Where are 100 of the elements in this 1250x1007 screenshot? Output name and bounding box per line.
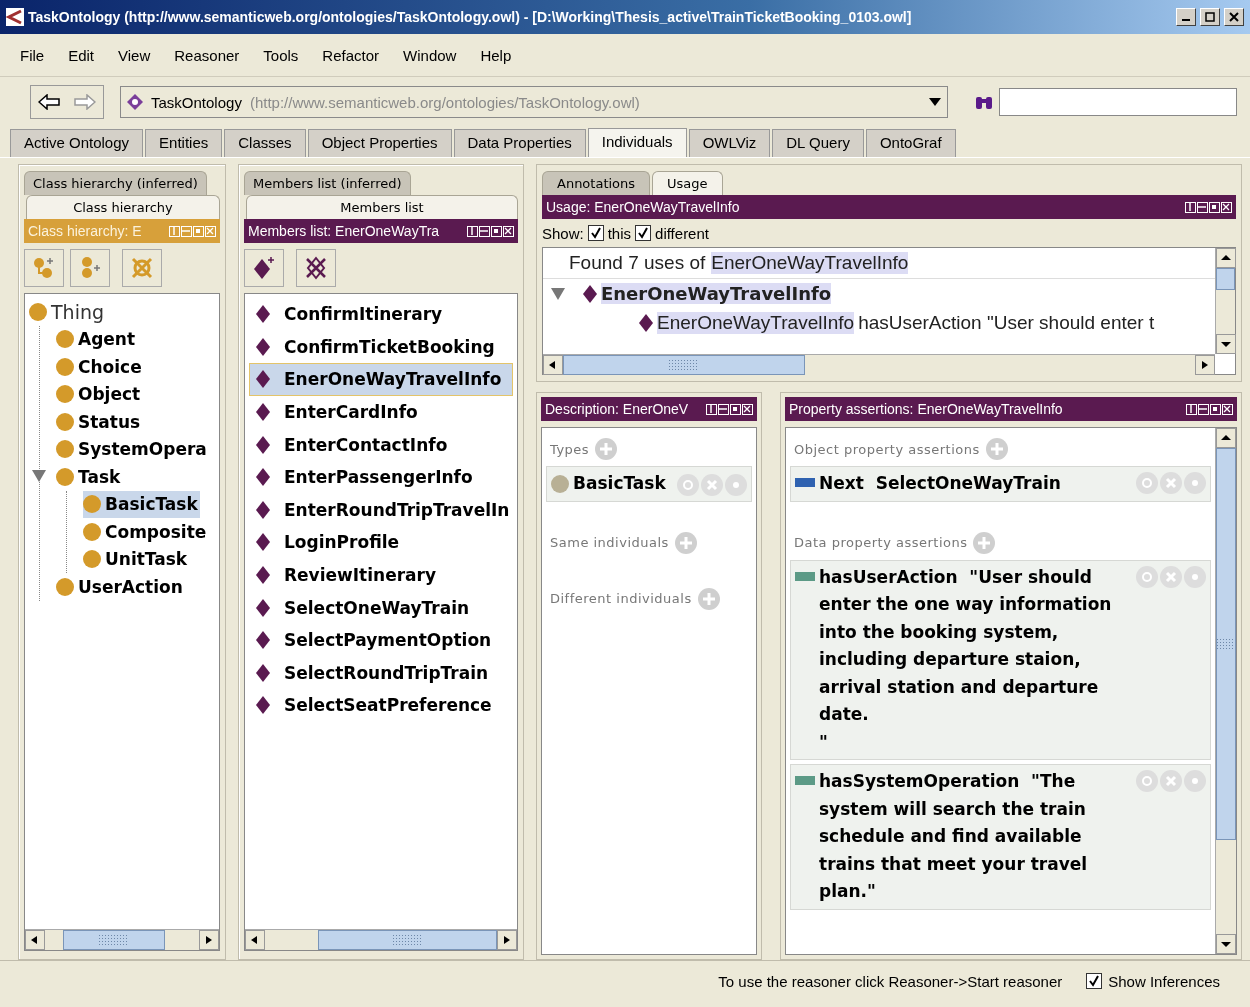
class-tree-item[interactable]: Task <box>56 463 123 491</box>
tab[interactable]: Object Properties <box>307 129 452 157</box>
tab[interactable]: Classes <box>224 129 306 157</box>
panel-tab[interactable]: Class hierarchy (inferred) <box>24 171 207 195</box>
close-button[interactable] <box>742 403 753 415</box>
scroll-left-button[interactable] <box>245 930 265 950</box>
tab[interactable]: Active Ontology <box>10 129 144 157</box>
usage-subject[interactable]: EnerOneWayTravelInfo <box>657 311 855 334</box>
tab[interactable]: Individuals <box>587 128 687 157</box>
menu-item[interactable]: Tools <box>251 46 311 64</box>
minimize-button[interactable] <box>718 403 729 415</box>
class-tree-item[interactable]: Object <box>56 380 143 408</box>
split-view-button[interactable] <box>706 403 717 415</box>
class-tree-item[interactable]: Agent <box>56 325 138 353</box>
individual-item[interactable]: SelectSeatPreference <box>249 689 513 722</box>
panel-tab[interactable]: Class hierarchy <box>26 195 220 219</box>
individual-item[interactable]: SelectRoundTripTrain <box>249 656 513 690</box>
close-button[interactable] <box>503 225 514 237</box>
panel-tab[interactable]: Usage <box>652 171 723 195</box>
checkbox[interactable] <box>587 225 604 241</box>
search-field[interactable] <box>999 88 1237 116</box>
maximize-window-button[interactable] <box>1200 8 1220 26</box>
menu-item[interactable]: Edit <box>56 46 107 64</box>
checkbox[interactable] <box>1086 973 1103 989</box>
class-tree-item[interactable]: SystemOpera <box>56 435 209 463</box>
individual-item[interactable]: SelectOneWayTrain <box>249 591 513 624</box>
scroll-up-button[interactable] <box>1216 248 1236 268</box>
split-view-button[interactable] <box>1185 201 1196 213</box>
minimize-button[interactable] <box>479 225 490 237</box>
expand-triangle-icon[interactable] <box>551 287 565 300</box>
scroll-thumb[interactable] <box>1216 448 1236 840</box>
scroll-right-button[interactable] <box>497 930 517 950</box>
scroll-thumb[interactable] <box>318 930 497 950</box>
individual-item[interactable]: EnterRoundTripTravelIn <box>249 493 513 527</box>
individual-item[interactable]: ConfirmTicketBooking <box>249 330 513 364</box>
individual-item[interactable]: ConfirmItinerary <box>249 298 513 331</box>
tab[interactable]: Data Properties <box>453 129 586 157</box>
individual-item[interactable]: ReviewItinerary <box>249 558 513 592</box>
tab[interactable]: OWLViz <box>688 129 771 157</box>
vertical-scrollbar[interactable] <box>1215 248 1235 354</box>
menu-item[interactable]: View <box>106 46 163 64</box>
close-button[interactable] <box>1221 201 1232 213</box>
menu-item[interactable]: Help <box>468 46 524 64</box>
menu-item[interactable]: File <box>8 46 57 64</box>
panel-tab[interactable]: Members list (inferred) <box>244 171 411 195</box>
close-window-button[interactable] <box>1224 8 1244 26</box>
tab[interactable]: DL Query <box>772 129 864 157</box>
diamond-icon <box>256 663 270 682</box>
diamond-icon <box>256 696 270 715</box>
maximize-button[interactable] <box>1210 403 1221 415</box>
scroll-thumb[interactable] <box>1216 268 1235 290</box>
split-view-button[interactable] <box>467 225 478 237</box>
close-icon <box>206 226 214 235</box>
individual-item[interactable]: EnterCardInfo <box>249 395 513 429</box>
menu-item[interactable]: Refactor <box>310 46 392 64</box>
class-tree-item[interactable]: Choice <box>56 353 144 381</box>
close-button[interactable] <box>1222 403 1233 415</box>
maximize-button[interactable] <box>730 403 741 415</box>
individual-item[interactable]: SelectPaymentOption <box>249 623 513 657</box>
scroll-down-button[interactable] <box>1216 334 1236 354</box>
menu-item[interactable]: Window <box>391 46 469 64</box>
tab[interactable]: Entities <box>145 129 223 157</box>
class-tree-item[interactable]: Thing <box>29 298 107 326</box>
individual-item[interactable]: EnterContactInfo <box>249 428 513 461</box>
vertical-scrollbar[interactable] <box>1215 428 1236 954</box>
expand-triangle-icon[interactable] <box>32 470 46 482</box>
panel-tab[interactable]: Members list <box>246 195 518 219</box>
scroll-right-button[interactable] <box>1195 355 1215 375</box>
scroll-up-button[interactable] <box>1216 428 1236 448</box>
class-tree-item[interactable]: Composite <box>83 518 209 546</box>
scroll-thumb[interactable] <box>63 930 165 950</box>
checkbox[interactable] <box>635 225 652 241</box>
individual-item[interactable]: LoginProfile <box>249 526 513 559</box>
maximize-button[interactable] <box>491 225 502 237</box>
tab[interactable]: OntoGraf <box>865 129 956 157</box>
minimize-button[interactable] <box>1198 403 1209 415</box>
minimize-button[interactable] <box>1197 201 1208 213</box>
individual-item[interactable]: EnerOneWayTravelInfo <box>249 363 513 396</box>
individual-item[interactable]: EnterPassengerInfo <box>249 460 513 494</box>
split-view-button[interactable] <box>1186 403 1197 415</box>
maximize-button[interactable] <box>1209 201 1220 213</box>
add-individual-button[interactable] <box>244 249 284 287</box>
ontology-dropdown[interactable]: TaskOntology (http://www.semanticweb.org/ontologies/TaskOntology.owl) <box>120 86 948 118</box>
horizontal-scrollbar[interactable] <box>245 929 517 950</box>
scroll-left-button[interactable] <box>25 930 45 950</box>
panel-tab[interactable]: Annotations <box>542 171 651 195</box>
horizontal-scrollbar[interactable] <box>543 354 1215 375</box>
delete-individual-button[interactable] <box>296 249 336 287</box>
class-tree-item[interactable]: BasicTask <box>83 490 200 518</box>
usage-entity[interactable]: EnerOneWayTravelInfo <box>601 283 832 304</box>
scroll-down-button[interactable] <box>1216 934 1236 954</box>
horizontal-scrollbar[interactable] <box>25 929 219 950</box>
scroll-left-button[interactable] <box>543 355 563 375</box>
class-tree-item[interactable]: Status <box>56 408 143 436</box>
scroll-right-button[interactable] <box>199 930 219 950</box>
menu-item[interactable]: Reasoner <box>162 46 252 64</box>
scroll-thumb[interactable] <box>563 355 805 375</box>
class-tree-item[interactable]: UnitTask <box>83 545 190 573</box>
minimize-window-button[interactable] <box>1176 8 1196 26</box>
class-tree-item[interactable]: UserAction <box>56 573 185 601</box>
